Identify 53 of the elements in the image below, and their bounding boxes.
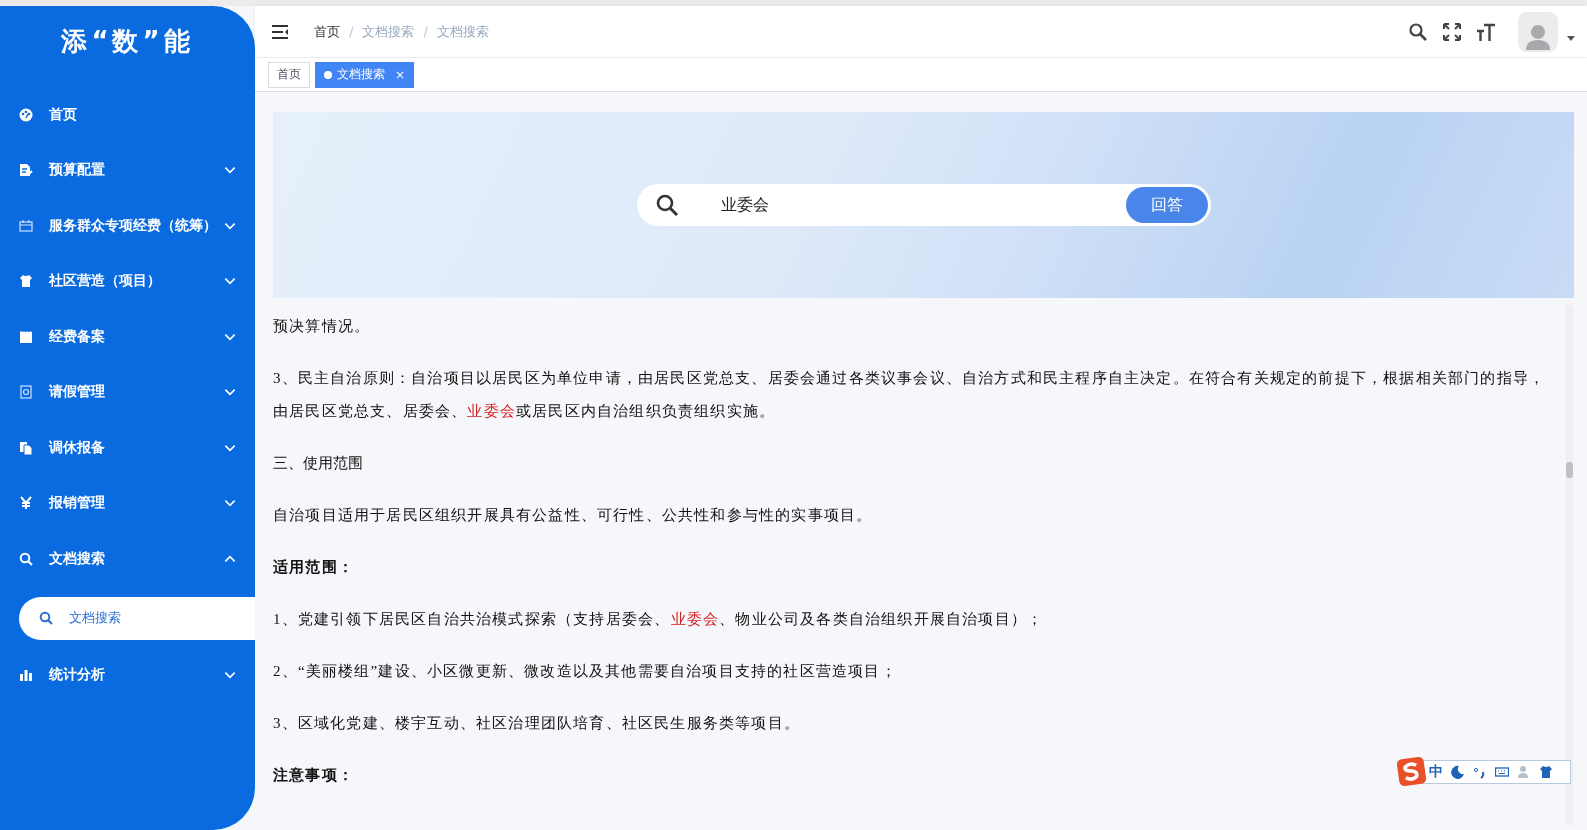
answer-button[interactable]: 回答 [1125,187,1208,223]
tab[interactable]: 文档搜索 × [315,61,415,88]
yen-icon [19,496,33,511]
app-logo: 添“数”能 [61,25,194,58]
status-dot [324,70,332,79]
bar-chart-icon [19,668,33,683]
breadcrumb-item[interactable]: 文档搜索 [436,22,489,41]
sidebar-item[interactable]: 调休报备 [0,420,255,476]
breadcrumb-item[interactable]: 首页 [314,22,340,41]
keyboard-icon[interactable] [1495,764,1509,779]
search-icon [39,611,53,625]
subheading: 注意事项： [273,766,354,785]
breadcrumb-item[interactable]: 文档搜索 [362,22,415,41]
scrollbar[interactable] [1566,305,1573,825]
close-tab-icon[interactable]: × [395,67,406,82]
paragraph: 3、区域化党建、楼宇互动、社区治理团队培育、社区民生服务类等项目。 [273,714,801,733]
fullscreen-icon[interactable] [1442,21,1462,42]
sidebar-item[interactable]: 服务群众专项经费（统筹） [0,198,255,254]
document-edit-icon [19,163,33,178]
paragraph: 1、党建引领下居民区自治共治模式探索（支持居委会、业委会、物业公司及各类自治组织开展自治项目）； [273,610,1044,629]
subheading: 适用范围： [273,558,354,577]
paragraph: 自治项目适用于居民区组织开展具有公益性、可行性、公共性和参与性的实事项目。 [273,506,873,525]
breadcrumb-separator: / [423,24,428,39]
paragraph: 3、民主自治原则：自治项目以居民区为单位申请，由居民区党总支、居委会通过各类议事会议、自治方式和民主程序自主决定。在符合有关规定的前提下，根据相关部门的指导，由居民区党总支、居委会、业委会或居民区内自治组织负责组织实施。 [273,369,1547,421]
breadcrumb-separator: / [349,24,354,39]
sidebar-item[interactable]: 社区营造（项目） [0,253,255,309]
calendar-icon [19,218,33,233]
section-heading: 三、使用范围 [273,453,363,474]
sidebar-item[interactable]: 统计分析 [0,647,255,703]
sidebar-item[interactable]: 预算配置 [0,142,255,198]
sidebar-item[interactable]: 文档搜索 [0,531,255,587]
sidebar-item[interactable]: 请假管理 [0,364,255,420]
font-size-icon[interactable] [1476,21,1496,42]
search-field[interactable]: 业委会 回答 [636,184,1211,226]
moon-icon[interactable] [1451,764,1465,779]
shirt-icon[interactable] [1539,764,1553,779]
sidebar-subitem[interactable]: 文档搜索 [19,596,255,640]
paragraph: 2、“美丽楼组”建设、小区微更新、微改造以及其他需要自治项目支持的社区营造项目； [273,662,897,681]
sidebar-item[interactable]: 报销管理 [0,475,255,531]
input-mode-toggle[interactable]: 中 [1429,762,1443,781]
document-icon [19,385,33,400]
search-icon [19,551,33,566]
dashboard-icon [19,107,33,122]
tab[interactable]: 首页 [268,61,310,88]
copy-icon [19,440,33,455]
shirt-icon [19,274,33,289]
sidebar-item[interactable]: 经费备案 [0,309,255,365]
search-icon[interactable] [1408,21,1428,42]
clapperboard-icon [19,329,33,344]
search-icon [654,193,679,217]
sidebar-item[interactable]: 首页 [0,87,255,143]
paragraph: 预决算情况。 [273,317,371,336]
caret-icon[interactable] [1567,36,1575,41]
